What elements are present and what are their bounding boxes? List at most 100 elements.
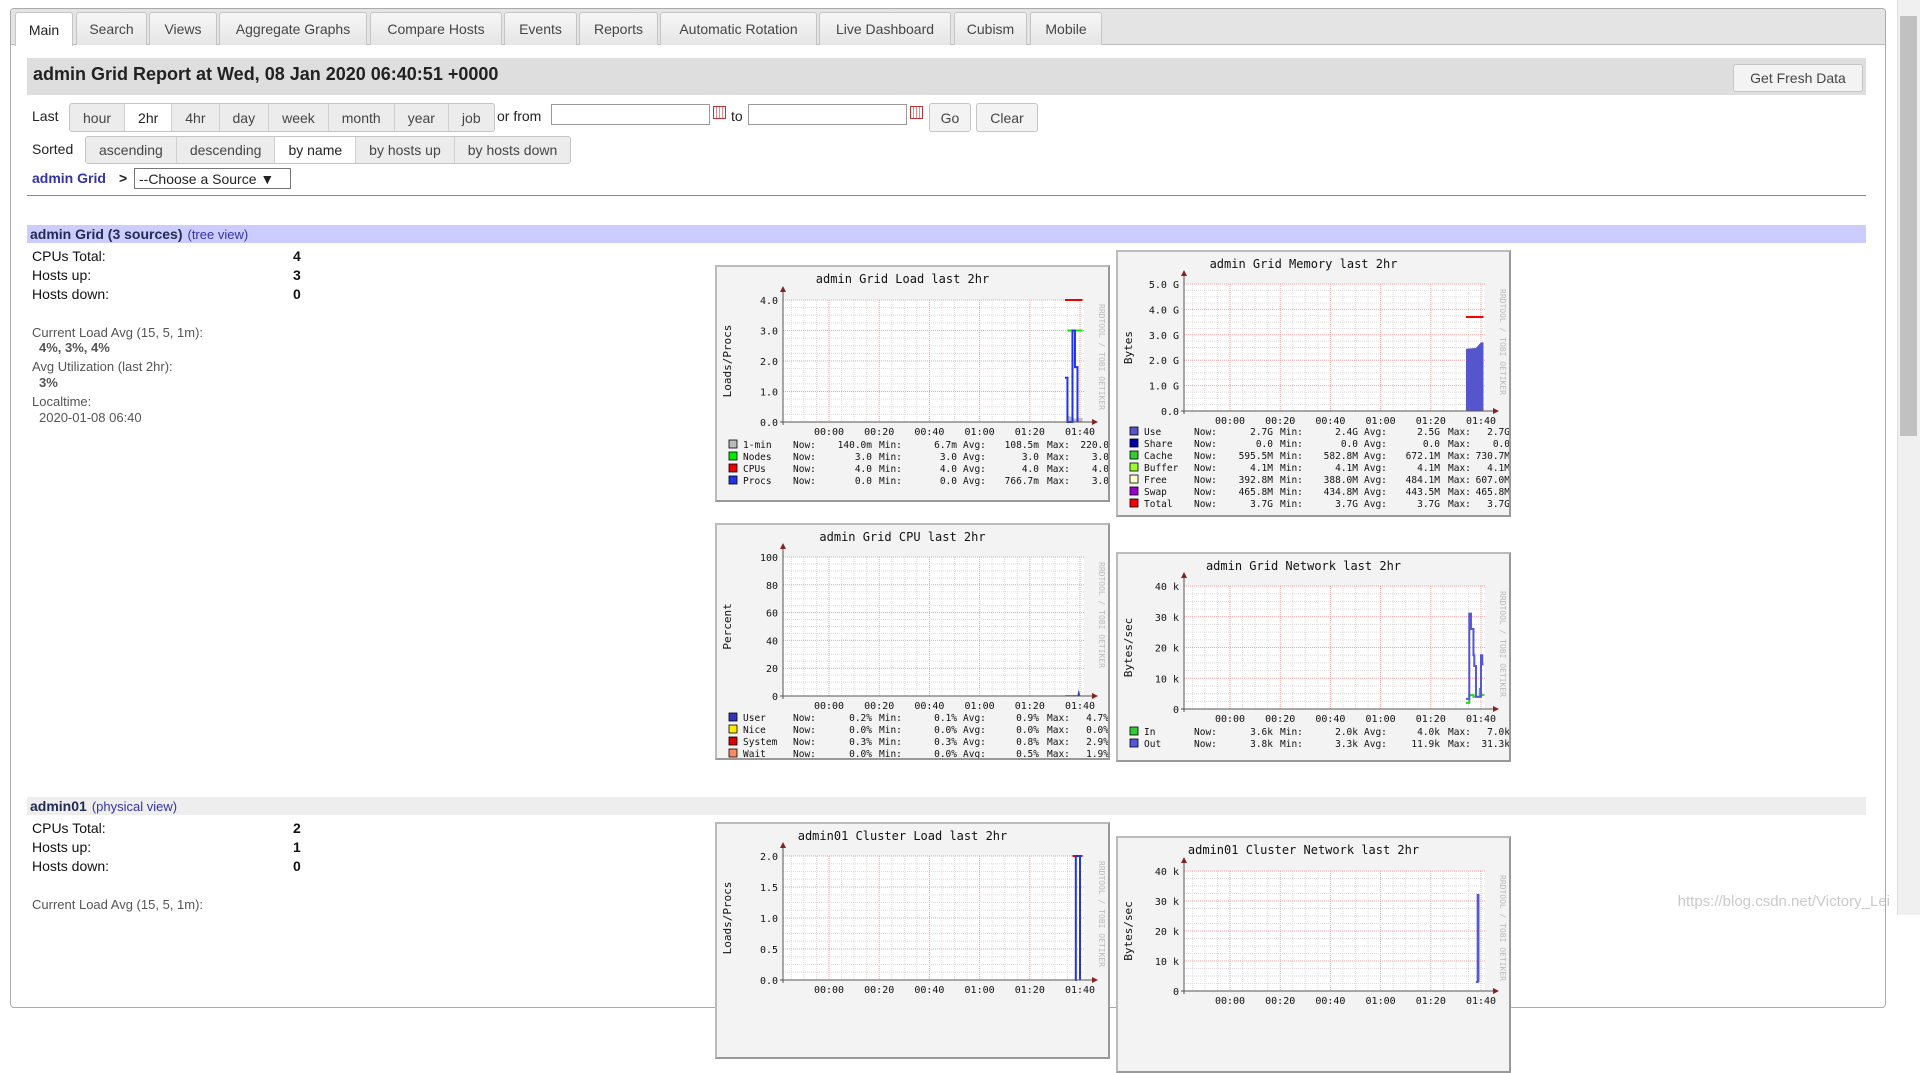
clear-button[interactable]: Clear xyxy=(976,103,1038,132)
tree-view-link[interactable]: (tree view) xyxy=(187,227,248,242)
cluster-load-graph[interactable]: admin01 Cluster Load last 2hr0.00.51.01.… xyxy=(715,822,1110,1059)
legend-stat-label: Avg: xyxy=(1364,427,1387,438)
series-use-area xyxy=(1466,342,1484,411)
y-tick-label: 1.5 xyxy=(760,883,778,894)
tab-mobile[interactable]: Mobile xyxy=(1030,12,1102,45)
tab-compare-hosts[interactable]: Compare Hosts xyxy=(370,12,502,45)
y-tick-label: 0.0 xyxy=(760,976,778,987)
tab-live-dashboard[interactable]: Live Dashboard xyxy=(819,12,951,45)
legend-stat-label: Min: xyxy=(1280,475,1303,486)
rrdtool-credit: RRDTOOL / TOBI OETIKER xyxy=(1097,861,1106,967)
tab-cubism[interactable]: Cubism xyxy=(954,12,1027,45)
x-tick-label: 00:00 xyxy=(1215,714,1245,725)
legend-min-value: 0.1% xyxy=(934,713,957,724)
tab-search[interactable]: Search xyxy=(76,12,147,45)
legend-min-value: 4.0 xyxy=(940,464,957,475)
x-tick-label: 00:20 xyxy=(864,701,894,712)
y-tick-label: 80 xyxy=(766,581,778,592)
x-tick-label: 01:40 xyxy=(1065,427,1095,438)
scrollbar-thumb[interactable] xyxy=(1900,16,1917,436)
legend-stat-label: Now: xyxy=(1194,727,1217,738)
legend-name: Buffer xyxy=(1144,463,1179,474)
time-range-selector: hour2hr4hrdayweekmonthyearjob xyxy=(69,103,495,132)
grid-cpu-graph[interactable]: admin Grid CPU last 2hr02040608010000:00… xyxy=(715,523,1110,760)
tab-automatic-rotation[interactable]: Automatic Rotation xyxy=(660,12,817,45)
x-tick-label: 00:40 xyxy=(914,701,944,712)
legend-avg-value: 484.1M xyxy=(1406,475,1441,486)
cluster-title[interactable]: admin01 xyxy=(30,798,87,814)
calendar-icon[interactable] xyxy=(713,106,726,119)
watermark: https://blog.csdn.net/Victory_Lei xyxy=(1678,893,1890,910)
tab-aggregate-graphs[interactable]: Aggregate Graphs xyxy=(219,12,367,45)
sort-by-hosts-down[interactable]: by hosts down xyxy=(454,137,571,163)
legend-min-value: 3.7G xyxy=(1335,499,1358,510)
sort-by-name[interactable]: by name xyxy=(274,137,355,163)
graph-title: admin Grid Network last 2hr xyxy=(1206,559,1401,573)
calendar-icon[interactable] xyxy=(910,106,923,119)
legend-stat-label: Min: xyxy=(879,749,902,758)
grid-load-graph[interactable]: admin Grid Load last 2hr0.01.02.03.04.00… xyxy=(715,265,1110,502)
legend-stat-label: Now: xyxy=(1194,739,1217,750)
x-tick-label: 00:00 xyxy=(814,427,844,438)
x-tick-label: 01:00 xyxy=(1366,714,1396,725)
range-week[interactable]: week xyxy=(268,104,328,131)
grid-memory-graph[interactable]: admin Grid Memory last 2hr0.01.0 G2.0 G3… xyxy=(1116,250,1511,517)
range-day[interactable]: day xyxy=(219,104,269,131)
legend-avg-value: 108.5m xyxy=(1005,440,1040,451)
legend-min-value: 6.7m xyxy=(934,440,957,451)
tab-views[interactable]: Views xyxy=(149,12,217,45)
legend-stat-label: Min: xyxy=(879,476,902,487)
range-year[interactable]: year xyxy=(394,104,448,131)
cluster-network-graph[interactable]: admin01 Cluster Network last 2hr010 k20 … xyxy=(1116,836,1511,1073)
legend-max-value: 220.0 xyxy=(1080,440,1108,451)
legend-name: Procs xyxy=(743,476,772,487)
range-4hr[interactable]: 4hr xyxy=(171,104,218,131)
legend-stat-label: Min: xyxy=(1280,439,1303,450)
sort-ascending[interactable]: ascending xyxy=(86,137,176,163)
go-button[interactable]: Go xyxy=(929,103,971,132)
y-tick-label: 0.5 xyxy=(760,945,778,956)
tab-events[interactable]: Events xyxy=(504,12,577,45)
stat-label: CPUs Total: xyxy=(32,248,106,264)
x-axis-arrow xyxy=(1493,408,1499,414)
range-2hr[interactable]: 2hr xyxy=(124,104,171,131)
x-tick-label: 00:40 xyxy=(1315,714,1345,725)
tab-main[interactable]: Main xyxy=(15,12,73,46)
legend-stat-label: Min: xyxy=(879,452,902,463)
legend-swatch xyxy=(729,476,737,484)
get-fresh-data-button[interactable]: Get Fresh Data xyxy=(1733,64,1863,92)
legend-stat-label: Now: xyxy=(793,737,816,748)
sort-descending[interactable]: descending xyxy=(176,137,275,163)
range-hour[interactable]: hour xyxy=(70,104,124,131)
y-tick-label: 2.0 xyxy=(760,852,778,863)
legend-max-value: 0.0% xyxy=(1086,725,1108,736)
sort-by-hosts-up[interactable]: by hosts up xyxy=(355,137,454,163)
range-month[interactable]: month xyxy=(328,104,394,131)
physical-view-link[interactable]: (physical view) xyxy=(92,799,177,814)
legend-swatch xyxy=(729,464,737,472)
legend-name: Cache xyxy=(1144,451,1173,462)
legend-swatch xyxy=(729,737,737,745)
legend-stat-label: Min: xyxy=(879,713,902,724)
grid-title: admin Grid (3 sources) xyxy=(30,226,182,242)
y-tick-label: 1.0 xyxy=(760,914,778,925)
from-date-input[interactable] xyxy=(551,104,710,125)
x-tick-label: 01:20 xyxy=(1416,416,1446,427)
to-date-input[interactable] xyxy=(748,104,907,125)
stat-label: Hosts up: xyxy=(32,267,91,283)
range-job[interactable]: job xyxy=(448,104,494,131)
y-tick-label: 4.0 G xyxy=(1149,305,1179,316)
breadcrumb-grid-link[interactable]: admin Grid xyxy=(32,170,106,186)
y-axis-arrow xyxy=(1181,857,1187,863)
grid-network-graph[interactable]: admin Grid Network last 2hr010 k20 k30 k… xyxy=(1116,552,1511,762)
legend-stat-label: Min: xyxy=(879,440,902,451)
legend-stat-label: Max: xyxy=(1047,749,1070,758)
x-tick-label: 01:20 xyxy=(1015,701,1045,712)
legend-min-value: 0.0 xyxy=(940,476,957,487)
source-select[interactable]: --Choose a Source ▼ xyxy=(134,168,291,189)
legend-stat-label: Avg: xyxy=(1364,727,1387,738)
tab-reports[interactable]: Reports xyxy=(579,12,658,45)
legend-stat-label: Max: xyxy=(1448,727,1471,738)
legend-now-value: 0.0 xyxy=(1256,439,1273,450)
legend-name: Free xyxy=(1144,475,1167,486)
